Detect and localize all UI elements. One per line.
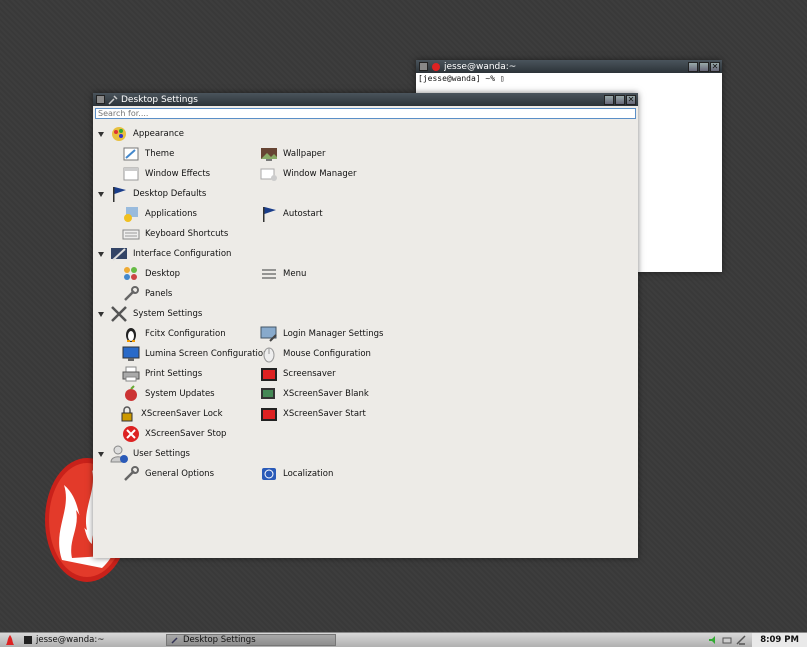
window-effects-icon bbox=[122, 165, 140, 183]
item-general-options[interactable]: General Options bbox=[122, 464, 214, 484]
desktop-settings-window[interactable]: Desktop Settings ✕ Appearance Theme Wall… bbox=[93, 93, 638, 558]
panels-wrench-icon bbox=[122, 285, 140, 303]
item-desktop[interactable]: Desktop bbox=[122, 264, 180, 284]
item-applications[interactable]: Applications bbox=[122, 204, 197, 224]
category-desktop-defaults[interactable]: Desktop Defaults bbox=[93, 184, 206, 204]
category-label: Appearance bbox=[133, 129, 185, 139]
item-xscreensaver-blank[interactable]: XScreenSaver Blank bbox=[260, 384, 369, 404]
item-xscreensaver-stop[interactable]: XScreenSaver Stop bbox=[122, 424, 226, 444]
item-wallpaper[interactable]: Wallpaper bbox=[260, 144, 326, 164]
clock[interactable]: 8:09 PM bbox=[752, 633, 807, 647]
taskbar-task-desktop-settings[interactable]: Desktop Settings bbox=[166, 634, 336, 646]
minimize-button[interactable] bbox=[604, 94, 614, 105]
search-field[interactable] bbox=[95, 108, 636, 119]
user-icon bbox=[110, 445, 128, 463]
minimize-button[interactable] bbox=[688, 61, 698, 72]
network-icon[interactable] bbox=[736, 635, 746, 645]
flag-icon bbox=[110, 185, 128, 203]
keyboard-icon bbox=[122, 225, 140, 243]
mouse-icon bbox=[260, 345, 278, 363]
item-login-manager-settings[interactable]: Login Manager Settings bbox=[260, 324, 383, 344]
item-xscreensaver-start[interactable]: XScreenSaver Start bbox=[260, 404, 366, 424]
item-localization[interactable]: Localization bbox=[260, 464, 333, 484]
appearance-icon bbox=[110, 125, 128, 143]
expand-arrow-icon[interactable] bbox=[98, 251, 104, 257]
category-user-settings[interactable]: User Settings bbox=[93, 444, 190, 464]
interface-icon bbox=[110, 245, 128, 263]
terminal-icon bbox=[24, 636, 32, 644]
terminal-icon bbox=[431, 62, 441, 72]
autostart-flag-icon bbox=[260, 205, 278, 223]
item-window-effects[interactable]: Window Effects bbox=[122, 164, 210, 184]
settings-wrench-icon bbox=[171, 636, 179, 644]
item-autostart[interactable]: Autostart bbox=[260, 204, 323, 224]
login-manager-icon bbox=[260, 325, 278, 343]
stop-icon bbox=[122, 425, 140, 443]
category-interface-configuration[interactable]: Interface Configuration bbox=[93, 244, 231, 264]
lock-icon bbox=[118, 405, 136, 423]
settings-title: Desktop Settings bbox=[121, 94, 198, 105]
item-screensaver[interactable]: Screensaver bbox=[260, 364, 336, 384]
globe-icon bbox=[260, 465, 278, 483]
close-button[interactable]: ✕ bbox=[710, 61, 720, 72]
item-window-manager[interactable]: Window Manager bbox=[260, 164, 356, 184]
close-button[interactable]: ✕ bbox=[626, 94, 636, 105]
penguin-icon bbox=[122, 325, 140, 343]
xscreensaver-start-icon bbox=[260, 405, 278, 423]
item-fcitx-configuration[interactable]: Fcitx Configuration bbox=[122, 324, 226, 344]
item-mouse-configuration[interactable]: Mouse Configuration bbox=[260, 344, 371, 364]
menu-icon bbox=[260, 265, 278, 283]
taskbar: jesse@wanda:~ Desktop Settings 8:09 PM bbox=[0, 632, 807, 647]
settings-titlebar[interactable]: Desktop Settings ✕ bbox=[93, 93, 638, 106]
expand-arrow-icon[interactable] bbox=[98, 451, 104, 457]
system-tray: 8:09 PM bbox=[706, 633, 807, 647]
terminal-title: jesse@wanda:~ bbox=[444, 61, 517, 72]
desktop-icon bbox=[122, 265, 140, 283]
start-menu-icon[interactable] bbox=[4, 634, 16, 646]
screensaver-icon bbox=[260, 365, 278, 383]
search-input[interactable] bbox=[98, 109, 635, 118]
category-system-settings[interactable]: System Settings bbox=[93, 304, 202, 324]
taskbar-task-terminal[interactable]: jesse@wanda:~ bbox=[20, 634, 163, 646]
item-xscreensaver-lock[interactable]: XScreenSaver Lock bbox=[118, 404, 223, 424]
audio-icon[interactable] bbox=[708, 635, 718, 645]
item-menu[interactable]: Menu bbox=[260, 264, 306, 284]
expand-arrow-icon[interactable] bbox=[98, 191, 104, 197]
monitor-icon bbox=[122, 345, 140, 363]
maximize-button[interactable] bbox=[615, 94, 625, 105]
xscreensaver-blank-icon bbox=[260, 385, 278, 403]
settings-wrench-icon bbox=[108, 94, 118, 105]
applications-icon bbox=[122, 205, 140, 223]
window-menu-button[interactable] bbox=[419, 62, 428, 71]
item-keyboard-shortcuts[interactable]: Keyboard Shortcuts bbox=[122, 224, 228, 244]
battery-icon[interactable] bbox=[722, 635, 732, 645]
expand-arrow-icon[interactable] bbox=[98, 311, 104, 317]
maximize-button[interactable] bbox=[699, 61, 709, 72]
tools-icon bbox=[110, 305, 128, 323]
item-theme[interactable]: Theme bbox=[122, 144, 174, 164]
window-manager-icon bbox=[260, 165, 278, 183]
expand-arrow-icon[interactable] bbox=[98, 131, 104, 137]
item-print-settings[interactable]: Print Settings bbox=[122, 364, 202, 384]
window-menu-button[interactable] bbox=[96, 95, 105, 104]
wallpaper-icon bbox=[260, 145, 278, 163]
theme-icon bbox=[122, 145, 140, 163]
category-appearance[interactable]: Appearance bbox=[93, 124, 184, 144]
item-system-updates[interactable]: System Updates bbox=[122, 384, 215, 404]
general-options-wrench-icon bbox=[122, 465, 140, 483]
terminal-titlebar[interactable]: jesse@wanda:~ ✕ bbox=[416, 60, 722, 73]
updates-icon bbox=[122, 385, 140, 403]
printer-icon bbox=[122, 365, 140, 383]
item-panels[interactable]: Panels bbox=[122, 284, 172, 304]
terminal-output[interactable]: [jesse@wanda] ~% ▯ bbox=[416, 73, 722, 84]
item-lumina-screen-configuration[interactable]: Lumina Screen Configuration bbox=[122, 344, 268, 364]
